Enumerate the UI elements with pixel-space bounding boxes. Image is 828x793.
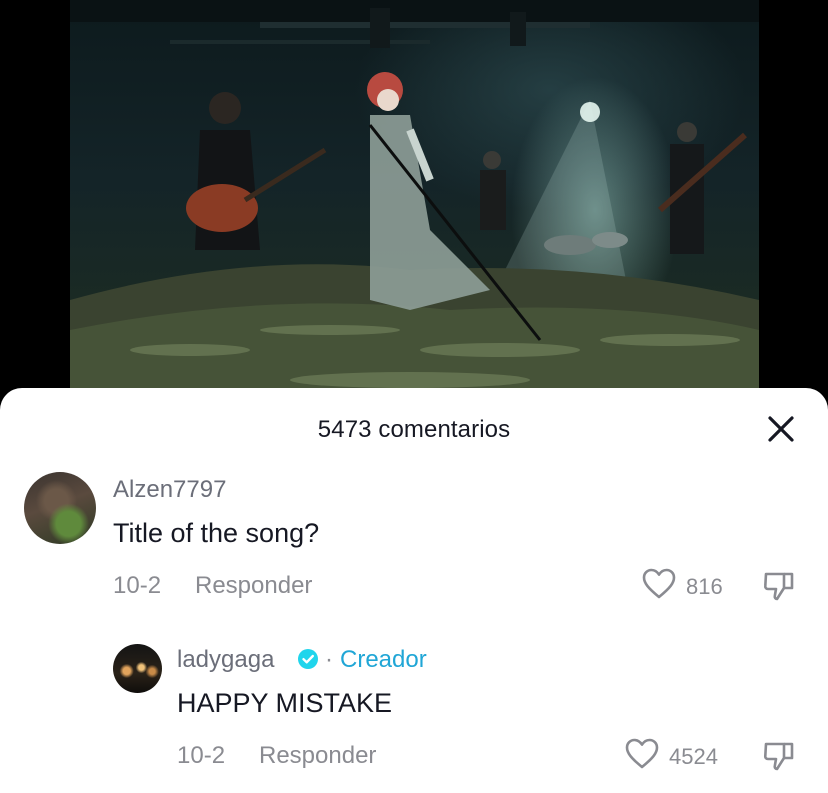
like-button[interactable] xyxy=(642,568,676,605)
like-count: 4524 xyxy=(669,744,718,769)
comments-sheet: 5473 comentarios Alzen7797 Title of the … xyxy=(0,388,828,793)
like-count: 816 xyxy=(686,574,723,599)
like-button[interactable] xyxy=(625,738,659,775)
reply-text: HAPPY MISTAKE xyxy=(177,688,393,718)
comments-count-title: 5473 comentarios xyxy=(317,416,511,443)
video-frame[interactable] xyxy=(70,0,759,400)
reply-date: 10-2 xyxy=(177,742,226,769)
comment-username[interactable]: Alzen7797 xyxy=(113,476,226,504)
avatar[interactable] xyxy=(24,472,96,544)
comment-text: Title of the song? xyxy=(113,518,320,548)
concert-stage-illustration xyxy=(70,0,759,400)
thumbs-down-icon xyxy=(763,572,794,601)
reply-button[interactable]: Responder xyxy=(195,572,312,600)
creator-label: Creador xyxy=(340,646,427,673)
reply-username[interactable]: ladygaga xyxy=(177,646,274,674)
heart-icon xyxy=(625,738,659,769)
close-icon xyxy=(768,416,794,442)
reply-button[interactable]: Responder xyxy=(259,742,376,770)
close-button[interactable] xyxy=(764,412,798,446)
verified-badge-icon xyxy=(298,649,318,669)
separator-dot: · xyxy=(325,646,333,673)
dislike-button[interactable] xyxy=(762,568,796,607)
avatar[interactable] xyxy=(113,644,162,693)
comment-date: 10-2 xyxy=(113,572,162,599)
heart-icon xyxy=(642,568,676,599)
dislike-button[interactable] xyxy=(762,738,796,777)
thumbs-down-icon xyxy=(763,742,794,771)
